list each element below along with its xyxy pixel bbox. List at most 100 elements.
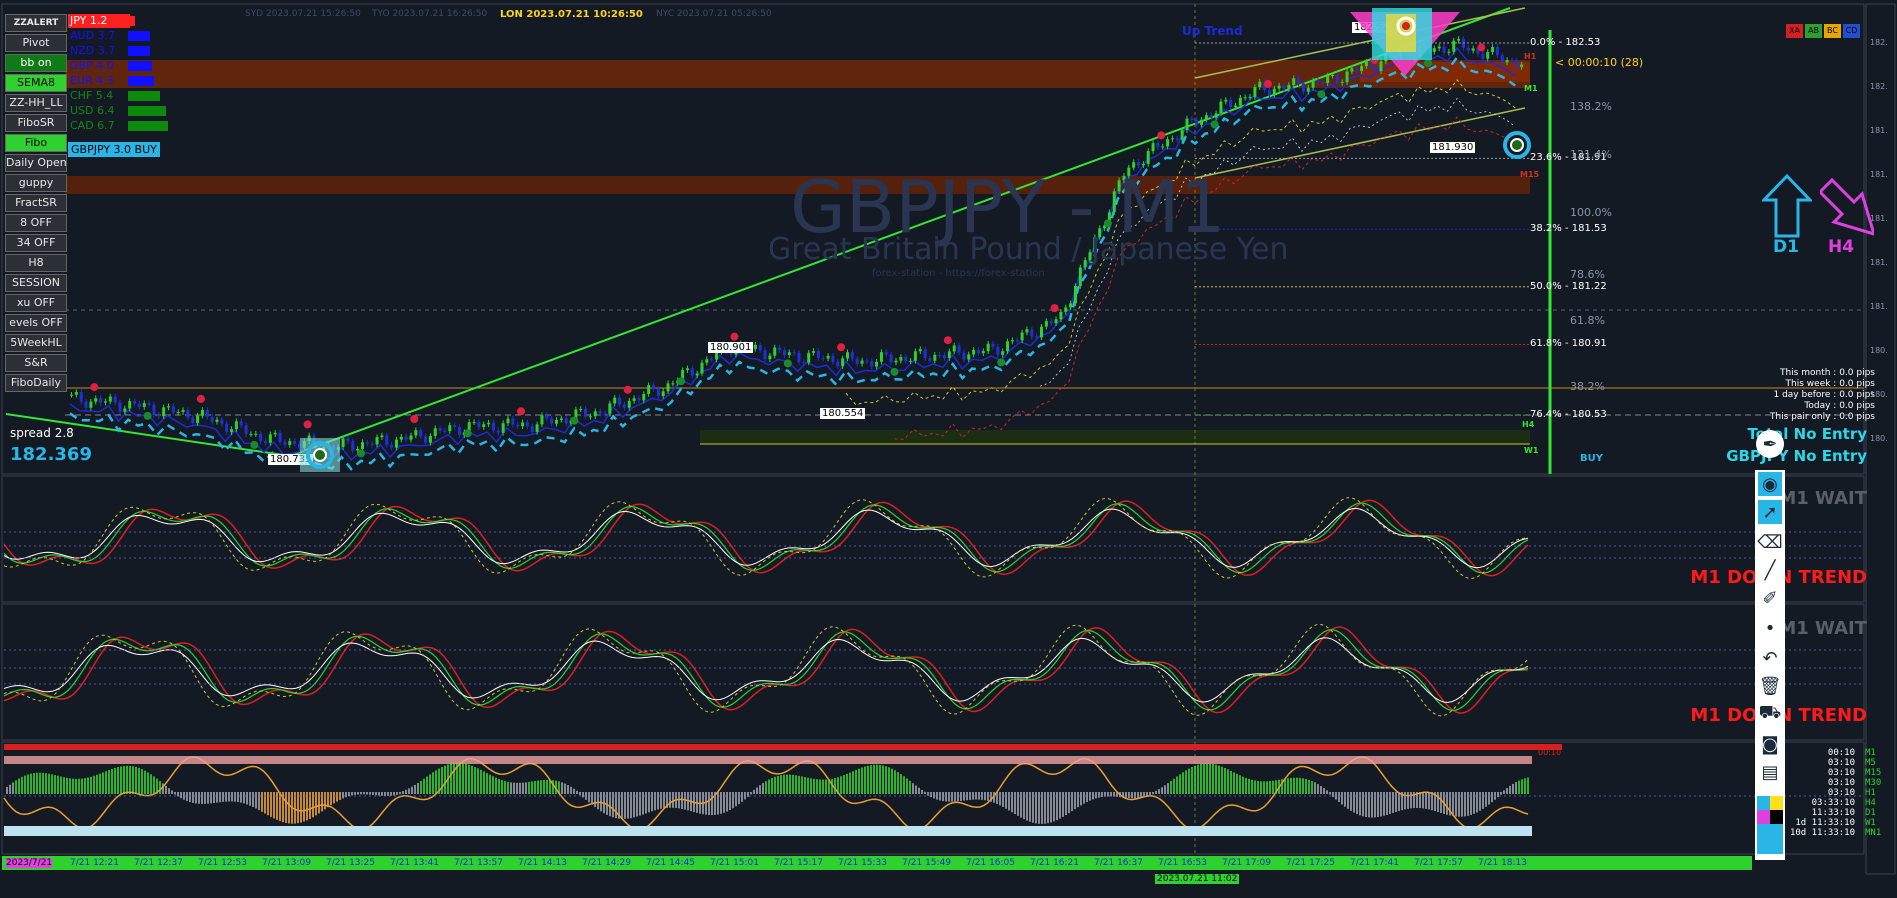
pattern-box[interactable]: XA — [1786, 24, 1803, 38]
candle-body — [991, 343, 995, 347]
histogram-bar — [999, 792, 1001, 806]
side-button-14[interactable]: xu OFF — [5, 294, 67, 312]
crosshair-logo-icon[interactable]: ✒ — [1756, 430, 1784, 458]
strength-bar — [128, 76, 154, 86]
histogram-bar — [459, 762, 461, 794]
histogram-bar — [1263, 781, 1265, 794]
histogram-bar — [348, 792, 350, 797]
candle-body — [1297, 78, 1301, 84]
strength-label: NZD 3.7 — [70, 44, 116, 57]
histogram-bar — [765, 781, 767, 794]
histogram-bar — [507, 781, 509, 794]
side-button-1[interactable]: Pivot — [5, 34, 67, 52]
histogram-bar — [219, 792, 221, 803]
strength-row: USD 6.4 — [68, 104, 228, 118]
candle-body — [579, 408, 583, 410]
histogram-bar — [1299, 777, 1301, 794]
side-button-17[interactable]: S&R — [5, 354, 67, 372]
histogram-bar — [1185, 770, 1187, 794]
side-button-8[interactable]: guppy — [5, 174, 67, 192]
histogram-bar — [147, 772, 149, 794]
histogram-bar — [876, 764, 878, 794]
histogram-bar — [489, 774, 491, 794]
session-lon: LON 2023.07.21 10:26:50 — [500, 9, 643, 20]
histogram-bar — [399, 792, 401, 795]
candle-body — [94, 398, 98, 402]
candle-body — [778, 347, 782, 351]
side-button-10[interactable]: 8 OFF — [5, 214, 67, 232]
side-button-2[interactable]: bb on — [5, 54, 67, 72]
candle-body — [705, 359, 709, 363]
histogram-bar — [369, 792, 371, 795]
histogram-bar — [1260, 781, 1262, 794]
eraser-2-icon[interactable]: ✐ — [1758, 586, 1782, 610]
side-button-6[interactable]: Fibo — [5, 134, 67, 152]
side-button-13[interactable]: SESSION — [5, 274, 67, 292]
candle-body — [273, 432, 277, 435]
histogram-bar — [1488, 792, 1490, 805]
clipboard-icon[interactable]: ▤ — [1758, 760, 1782, 784]
histogram-bar — [789, 774, 791, 794]
undo-icon[interactable]: ↶ — [1758, 646, 1782, 670]
strength-bar — [128, 61, 152, 71]
histogram-bar — [1251, 779, 1253, 794]
side-button-15[interactable]: evels OFF — [5, 314, 67, 332]
session-nyc: NYC 2023.07.21 05:26:50 — [656, 9, 772, 19]
side-button-4[interactable]: ZZ-HH_LL — [5, 94, 67, 112]
histogram-bar — [15, 780, 17, 794]
histogram-bar — [1233, 772, 1235, 794]
session-syd: SYD 2023.07.21 15:26:50 — [245, 9, 361, 19]
side-button-0[interactable]: ZZALERT — [5, 14, 67, 32]
candle-body — [613, 397, 617, 404]
pattern-box[interactable]: CD — [1843, 24, 1860, 38]
trash-icon[interactable]: 🗑 — [1758, 674, 1782, 698]
eye-icon[interactable]: ◉ — [1758, 472, 1782, 496]
pattern-box[interactable]: BC — [1824, 24, 1841, 38]
time-label: 7/21 15:17 — [774, 858, 824, 868]
side-button-7[interactable]: Daily Open — [5, 154, 67, 172]
camera-icon[interactable]: ◙ — [1758, 732, 1782, 756]
histogram-bar — [1209, 763, 1211, 794]
histogram-bar — [1350, 792, 1352, 811]
histogram-bar — [54, 775, 56, 794]
histogram-bar — [987, 792, 989, 801]
osc3-pink-band — [4, 756, 1532, 764]
candle-body — [685, 368, 689, 371]
dot-icon[interactable]: • — [1758, 616, 1782, 640]
side-button-5[interactable]: FiboSR — [5, 114, 67, 132]
pattern-box[interactable]: AB — [1805, 24, 1822, 38]
candle-body — [812, 351, 816, 353]
candle-body — [1200, 119, 1204, 125]
color-palette[interactable] — [1757, 796, 1783, 854]
candle-body — [884, 352, 888, 355]
candle-body — [375, 437, 379, 445]
eraser-icon[interactable]: ⌫ — [1757, 530, 1782, 554]
side-button-3[interactable]: SEMA8 — [5, 74, 67, 92]
candle-body — [1520, 64, 1524, 67]
side-button-16[interactable]: 5WeekHL — [5, 334, 67, 352]
price-tag-3: 180.554 — [820, 408, 866, 419]
histogram-bar — [441, 766, 443, 794]
tf-timer-label: M5 — [1865, 758, 1876, 768]
histogram-bar — [18, 778, 20, 794]
side-button-11[interactable]: 34 OFF — [5, 234, 67, 252]
side-button-12[interactable]: H8 — [5, 254, 67, 272]
line-tool-icon[interactable]: ╱ — [1758, 558, 1782, 582]
candle-body — [128, 401, 132, 409]
histogram-bar — [135, 766, 137, 794]
watermark-site: forex-station - https://forex-station — [872, 268, 1045, 279]
side-button-18[interactable]: FiboDaily — [5, 374, 67, 392]
signal-badge: GBPJPY 3.0 BUY — [68, 142, 160, 157]
candle-body — [283, 442, 287, 445]
candle-body — [1195, 120, 1199, 125]
histogram-bar — [354, 792, 356, 795]
tf-timer-label: W1 — [1865, 818, 1876, 828]
candle-body — [196, 415, 200, 424]
histogram-bar — [1182, 772, 1184, 794]
side-button-9[interactable]: FractSR — [5, 194, 67, 212]
candle-body — [1209, 115, 1213, 118]
histogram-bar — [1026, 792, 1028, 821]
cart-icon[interactable]: ⛟ — [1758, 702, 1782, 726]
cursor-icon[interactable]: ➚ — [1758, 500, 1782, 524]
histogram-bar — [669, 792, 671, 808]
